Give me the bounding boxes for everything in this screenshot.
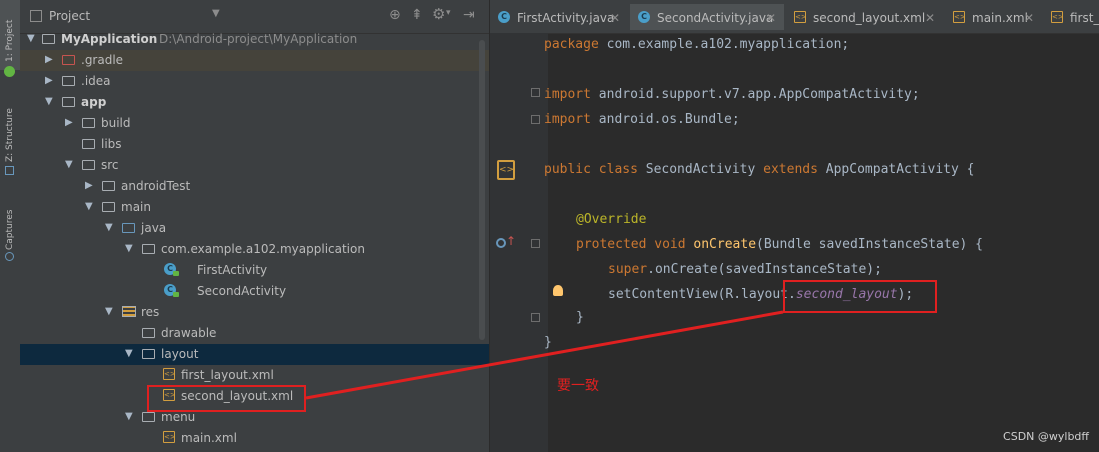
annotation-arrow	[305, 310, 784, 400]
annotation-text: 要一致	[557, 378, 599, 394]
watermark: CSDN @wylbdff	[1003, 430, 1089, 443]
